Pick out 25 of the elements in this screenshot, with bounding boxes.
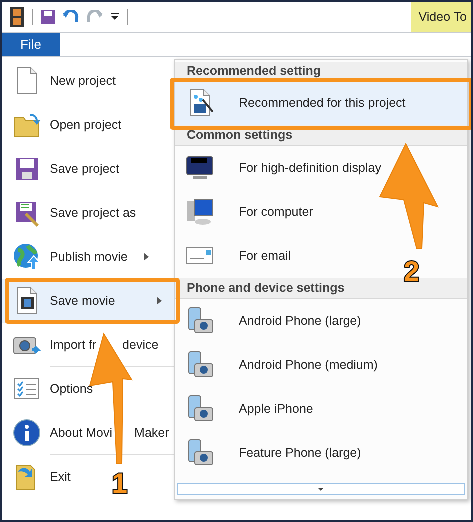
caret-icon xyxy=(318,488,324,490)
submenu-item[interactable]: Recommended for this project xyxy=(175,81,467,125)
save-icon[interactable] xyxy=(41,10,55,24)
menu-item[interactable]: Publish movie xyxy=(2,235,161,279)
menu-item[interactable]: Open project xyxy=(2,103,134,147)
step-number: 1 xyxy=(112,470,128,498)
info-icon xyxy=(12,418,42,448)
submenu-item[interactable]: Android Phone (large) xyxy=(175,299,370,343)
menu-item[interactable]: New project xyxy=(2,59,128,103)
submenu-item[interactable]: For email xyxy=(175,234,300,278)
menu-item[interactable]: Options xyxy=(2,367,106,411)
dropdown-icon[interactable] xyxy=(111,13,119,21)
contextual-tab[interactable]: Video To xyxy=(410,2,471,32)
menu-item[interactable]: Save project as xyxy=(2,191,148,235)
computer-icon xyxy=(185,197,215,227)
undo-icon[interactable] xyxy=(63,10,79,24)
film-strip-icon[interactable] xyxy=(10,7,24,27)
file-tab[interactable]: File xyxy=(2,33,60,56)
menu-item[interactable]: Exit xyxy=(2,455,83,499)
submenu-item[interactable]: Android Phone (medium) xyxy=(175,343,386,387)
menu-item[interactable]: Save project xyxy=(2,147,132,191)
submenu-item[interactable]: For computer xyxy=(175,190,322,234)
globe-icon xyxy=(12,242,42,272)
menu-item[interactable]: Import fr device xyxy=(2,323,171,367)
submenu-item[interactable]: For high-definition display xyxy=(175,146,390,190)
